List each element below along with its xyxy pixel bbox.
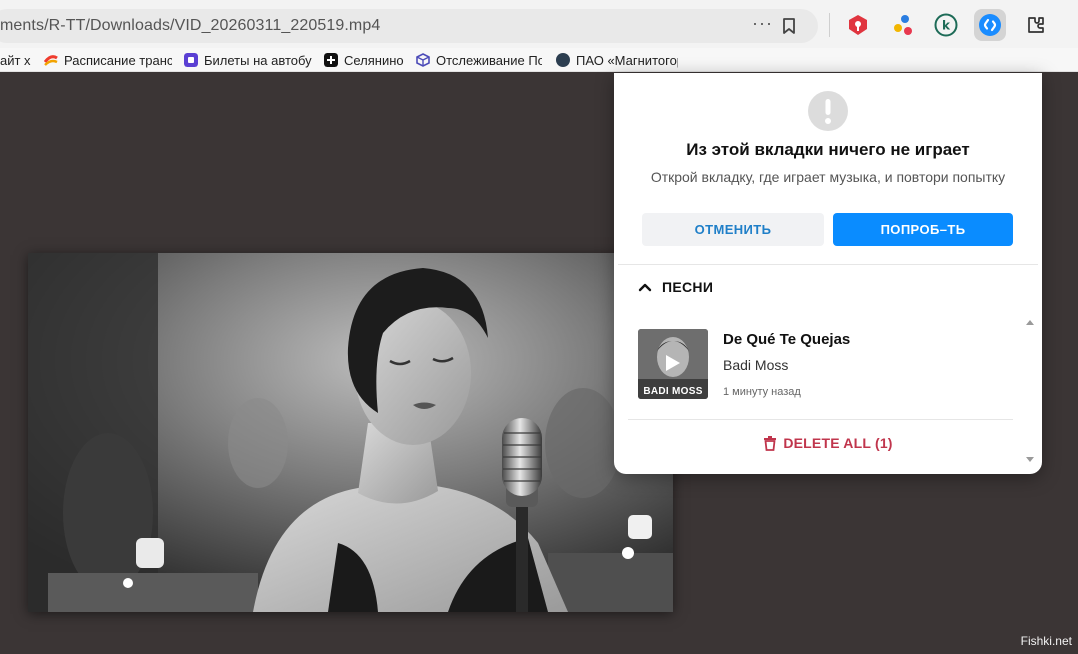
bookmark-label: айт х — [0, 52, 31, 68]
extensions-puzzle-icon[interactable] — [1022, 11, 1050, 39]
song-artist[interactable]: Badi Moss — [723, 357, 788, 373]
scroll-up-arrow-icon[interactable] — [1025, 318, 1035, 326]
song-title[interactable]: De Qué Te Quejas — [723, 331, 850, 348]
scroll-down-arrow-icon[interactable] — [1025, 456, 1035, 464]
svg-text:k: k — [942, 19, 951, 33]
bookmark-selyanino-icon — [324, 53, 338, 67]
bookmark-tracking-icon — [416, 53, 430, 67]
retry-button[interactable]: ПОПРОБ–ТЬ — [833, 213, 1013, 246]
bookmark-label: Селянино — [344, 52, 404, 68]
bookmark-company-icon — [556, 53, 570, 67]
video-player[interactable] — [28, 253, 673, 612]
bookmark-item[interactable]: ПАО «Магнитогорс — [556, 51, 678, 69]
address-url[interactable]: ments/R-TT/Downloads/VID_20260311_220519… — [0, 17, 380, 35]
section-divider — [618, 264, 1038, 265]
song-timestamp: 1 минуту назад — [723, 386, 801, 398]
bookmark-label: Билеты на автобу — [204, 52, 312, 68]
bookmark-label: Отслеживание По — [436, 52, 542, 68]
bookmark-item[interactable]: Селянино — [324, 51, 408, 69]
trash-icon — [764, 436, 777, 451]
bookmarks-bar: айт х Расписание транс Билеты на автобу … — [0, 48, 1078, 72]
k-extension-icon[interactable]: k — [932, 11, 960, 39]
bookmark-transport-icon — [44, 55, 58, 66]
song-artwork[interactable]: BADI MOSS — [638, 329, 708, 399]
browser-toolbar: ments/R-TT/Downloads/VID_20260311_220519… — [0, 0, 1078, 48]
watermark-text: Fishki.net — [1020, 634, 1072, 648]
bookmark-label: Расписание транс — [64, 52, 172, 68]
shield-extension-icon[interactable] — [844, 11, 872, 39]
address-bar[interactable]: ments/R-TT/Downloads/VID_20260311_220519… — [0, 9, 818, 43]
chevron-up-icon — [638, 283, 652, 292]
popup-subtitle: Открой вкладку, где играет музыка, и пов… — [650, 169, 1006, 185]
cancel-button[interactable]: ОТМЕНИТЬ — [642, 213, 824, 246]
shazam-popup: Из этой вкладки ничего не играет Открой … — [614, 73, 1042, 474]
songs-section-label: ПЕСНИ — [662, 279, 714, 295]
dots-extension-icon[interactable] — [889, 11, 917, 39]
shazam-icon[interactable] — [974, 9, 1006, 41]
bookmark-label: ПАО «Магнитогорс — [576, 52, 678, 68]
songs-section-toggle[interactable]: ПЕСНИ — [638, 279, 713, 295]
play-icon[interactable] — [665, 354, 681, 372]
toolbar-separator — [829, 13, 830, 37]
bookmark-tickets-icon — [184, 53, 198, 67]
delete-all-label: DELETE ALL (1) — [783, 435, 893, 451]
artwork-label: BADI MOSS — [643, 386, 703, 397]
singer-photo — [28, 253, 673, 612]
warning-icon — [808, 91, 848, 131]
bookmark-item[interactable]: Билеты на автобу — [184, 51, 312, 69]
bookmark-star-icon[interactable] — [780, 16, 798, 36]
delete-all-button[interactable]: DELETE ALL (1) — [614, 435, 1042, 451]
list-divider — [628, 419, 1013, 420]
bookmark-item[interactable]: Расписание транс — [44, 51, 172, 69]
popup-title: Из этой вкладки ничего не играет — [686, 140, 970, 159]
more-actions-icon[interactable]: ··· — [752, 13, 773, 34]
bookmark-item[interactable]: Отслеживание По — [416, 51, 542, 69]
bookmark-item[interactable]: айт х — [0, 51, 32, 69]
